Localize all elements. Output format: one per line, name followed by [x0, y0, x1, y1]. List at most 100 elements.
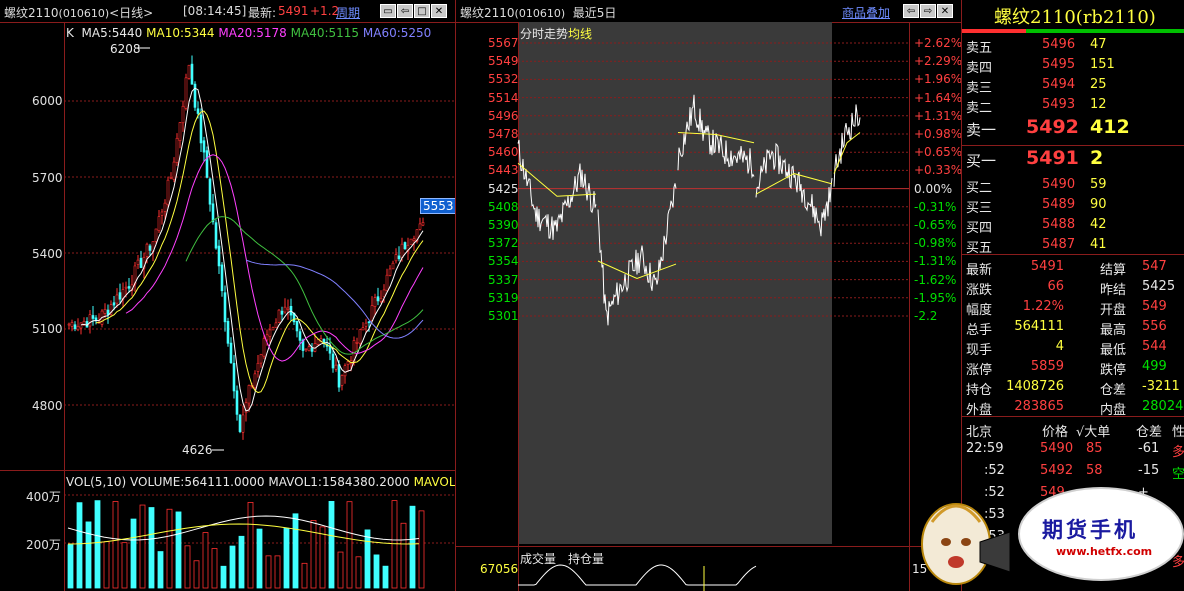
- candle-body: [175, 137, 179, 163]
- volume-bar: [229, 545, 236, 589]
- ask-label: 卖一: [966, 121, 997, 139]
- price-line: [597, 183, 677, 326]
- ask-volume: 47: [1090, 37, 1107, 52]
- stat-value: -3211: [1142, 379, 1180, 394]
- candle-body: [337, 364, 341, 388]
- candle-body: [88, 314, 92, 327]
- candle-body: [271, 327, 275, 331]
- candle-body: [361, 327, 365, 331]
- candle-body: [355, 342, 359, 344]
- volume-bar: [265, 555, 272, 589]
- candle-body: [286, 307, 290, 310]
- volume-bar: [301, 562, 308, 589]
- stats-row: 最新 5491 结算 547: [962, 256, 1184, 278]
- ma-line: [80, 87, 424, 412]
- high-marker: 6208: [110, 42, 141, 56]
- candle-body: [340, 375, 344, 386]
- candle-body: [184, 77, 188, 109]
- volume-title: 成交量: [520, 552, 557, 566]
- candle-body: [367, 321, 371, 324]
- candle-body: [370, 305, 374, 321]
- stat-value: 1408726: [1006, 379, 1064, 394]
- volume-bar: [247, 502, 254, 589]
- tick-volume: 58: [1086, 463, 1103, 478]
- tick-row: :52 5492 58 -15 空: [962, 460, 1184, 482]
- open-interest-title: 持仓量: [568, 552, 605, 566]
- bid-row: 买四 5488 42: [962, 214, 1184, 236]
- candle-body: [346, 361, 350, 366]
- ask-price: 5495: [1042, 57, 1076, 72]
- volume-bar: [418, 510, 425, 589]
- candle-body: [412, 238, 416, 241]
- candle-body: [73, 324, 77, 330]
- ask-volume: 151: [1090, 57, 1115, 72]
- stats-row: 幅度 1.22% 开盘 549: [962, 296, 1184, 318]
- price-line: [833, 104, 861, 187]
- candle-body: [160, 211, 164, 216]
- candle-body: [364, 322, 368, 327]
- stats-row: 涨跌 66 昨结 5425: [962, 276, 1184, 298]
- volume-bar: [157, 551, 164, 589]
- candle-body: [256, 362, 260, 372]
- avg-line-label: 均线: [568, 27, 593, 41]
- intraday-chart[interactable]: [456, 0, 961, 591]
- stats-row: 外盘 283865 内盘 28024: [962, 396, 1184, 418]
- candle-body: [211, 203, 215, 223]
- candle-body: [274, 322, 278, 328]
- stat-value: 1.22%: [1022, 299, 1064, 314]
- stat-value: 544: [1142, 339, 1167, 354]
- candle-body: [76, 326, 80, 331]
- volume-bar: [382, 565, 389, 589]
- candle-body: [262, 338, 266, 357]
- tick-nature: 空: [1172, 467, 1184, 482]
- volume-bar: [283, 527, 290, 589]
- candle-body: [421, 222, 425, 226]
- volume-bar: [373, 554, 380, 589]
- candle-body: [223, 292, 227, 323]
- intraday-panel[interactable]: 螺纹2110(010610) 最近5日 商品叠加 ⇦ ⇨ ✕ 5567 +2.62…: [456, 0, 961, 591]
- bid-volume: 2: [1090, 147, 1104, 169]
- watermark: 期货手机 www.hetfx.com: [918, 482, 1184, 591]
- stat-value: 5491: [1030, 259, 1064, 274]
- price-line: [755, 142, 833, 237]
- stat-value: 4: [1055, 339, 1064, 354]
- candle-body: [67, 323, 71, 326]
- candle-body: [283, 306, 287, 313]
- stats-row: 持仓 1408726 仓差 -3211: [962, 376, 1184, 398]
- candle-body: [388, 268, 392, 276]
- candle-body: [214, 222, 218, 249]
- candle-body: [232, 362, 236, 392]
- candle-body: [196, 108, 200, 114]
- candle-body: [379, 297, 383, 302]
- bid-price: 5491: [1026, 147, 1079, 169]
- ask-volume: 12: [1090, 97, 1107, 112]
- quote-header: 螺纹2110(rb2110): [962, 0, 1184, 32]
- candle-body: [79, 322, 83, 329]
- bid-price: 5488: [1042, 217, 1076, 232]
- tick-time: :52: [984, 463, 1005, 478]
- candle-body: [205, 150, 209, 178]
- ask-volume: 412: [1090, 116, 1130, 138]
- candle-body: [169, 177, 173, 180]
- volume-bar: [166, 508, 173, 589]
- quote-title: 螺纹2110(rb2110): [994, 7, 1156, 28]
- stats-row: 现手 4 最低 544: [962, 336, 1184, 358]
- volume-bar: [319, 526, 326, 589]
- daily-kline-panel[interactable]: 螺纹2110(010610)<日线> [08:14:45] 最新: 5491 +…: [0, 0, 455, 591]
- tick-price: 5490: [1040, 441, 1074, 456]
- candle-body: [385, 274, 389, 292]
- bid-row: 买一 5491 2: [962, 147, 1184, 170]
- candle-body: [91, 315, 95, 319]
- avg-line: [833, 132, 861, 174]
- ask-price: 5496: [1042, 37, 1076, 52]
- kline-chart[interactable]: [0, 0, 455, 591]
- candle-body: [295, 320, 299, 332]
- stat-value: 549: [1142, 299, 1167, 314]
- candle-body: [397, 255, 401, 260]
- volume-bar: [328, 500, 335, 589]
- price-tag: 5553: [420, 198, 455, 214]
- candle-body: [310, 347, 314, 352]
- candle-body: [163, 202, 167, 212]
- candle-body: [148, 245, 152, 251]
- candle-body: [103, 309, 107, 314]
